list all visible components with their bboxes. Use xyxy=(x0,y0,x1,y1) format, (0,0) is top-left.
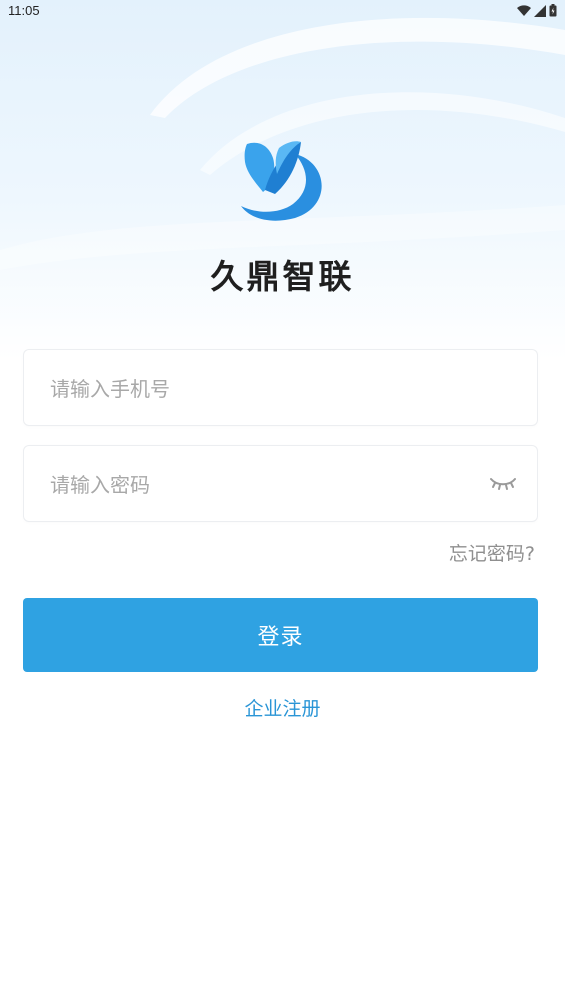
status-bar: 11:05 xyxy=(0,0,565,24)
status-icons xyxy=(517,4,557,17)
battery-icon xyxy=(549,4,557,17)
phone-input[interactable] xyxy=(48,350,492,427)
signal-icon xyxy=(534,4,546,17)
wifi-icon xyxy=(517,4,531,16)
forgot-password-link[interactable]: 忘记密码? xyxy=(449,539,535,566)
login-button[interactable]: 登录 xyxy=(23,598,538,672)
phone-field[interactable] xyxy=(23,349,538,427)
password-field[interactable] xyxy=(23,445,538,523)
brand-logo-icon xyxy=(241,141,322,221)
status-time: 11:05 xyxy=(8,3,40,18)
eye-closed-icon[interactable] xyxy=(489,474,517,492)
password-input[interactable] xyxy=(48,446,492,523)
enterprise-register-link[interactable]: 企业注册 xyxy=(0,694,565,721)
app-name: 久鼎智联 xyxy=(210,257,355,296)
